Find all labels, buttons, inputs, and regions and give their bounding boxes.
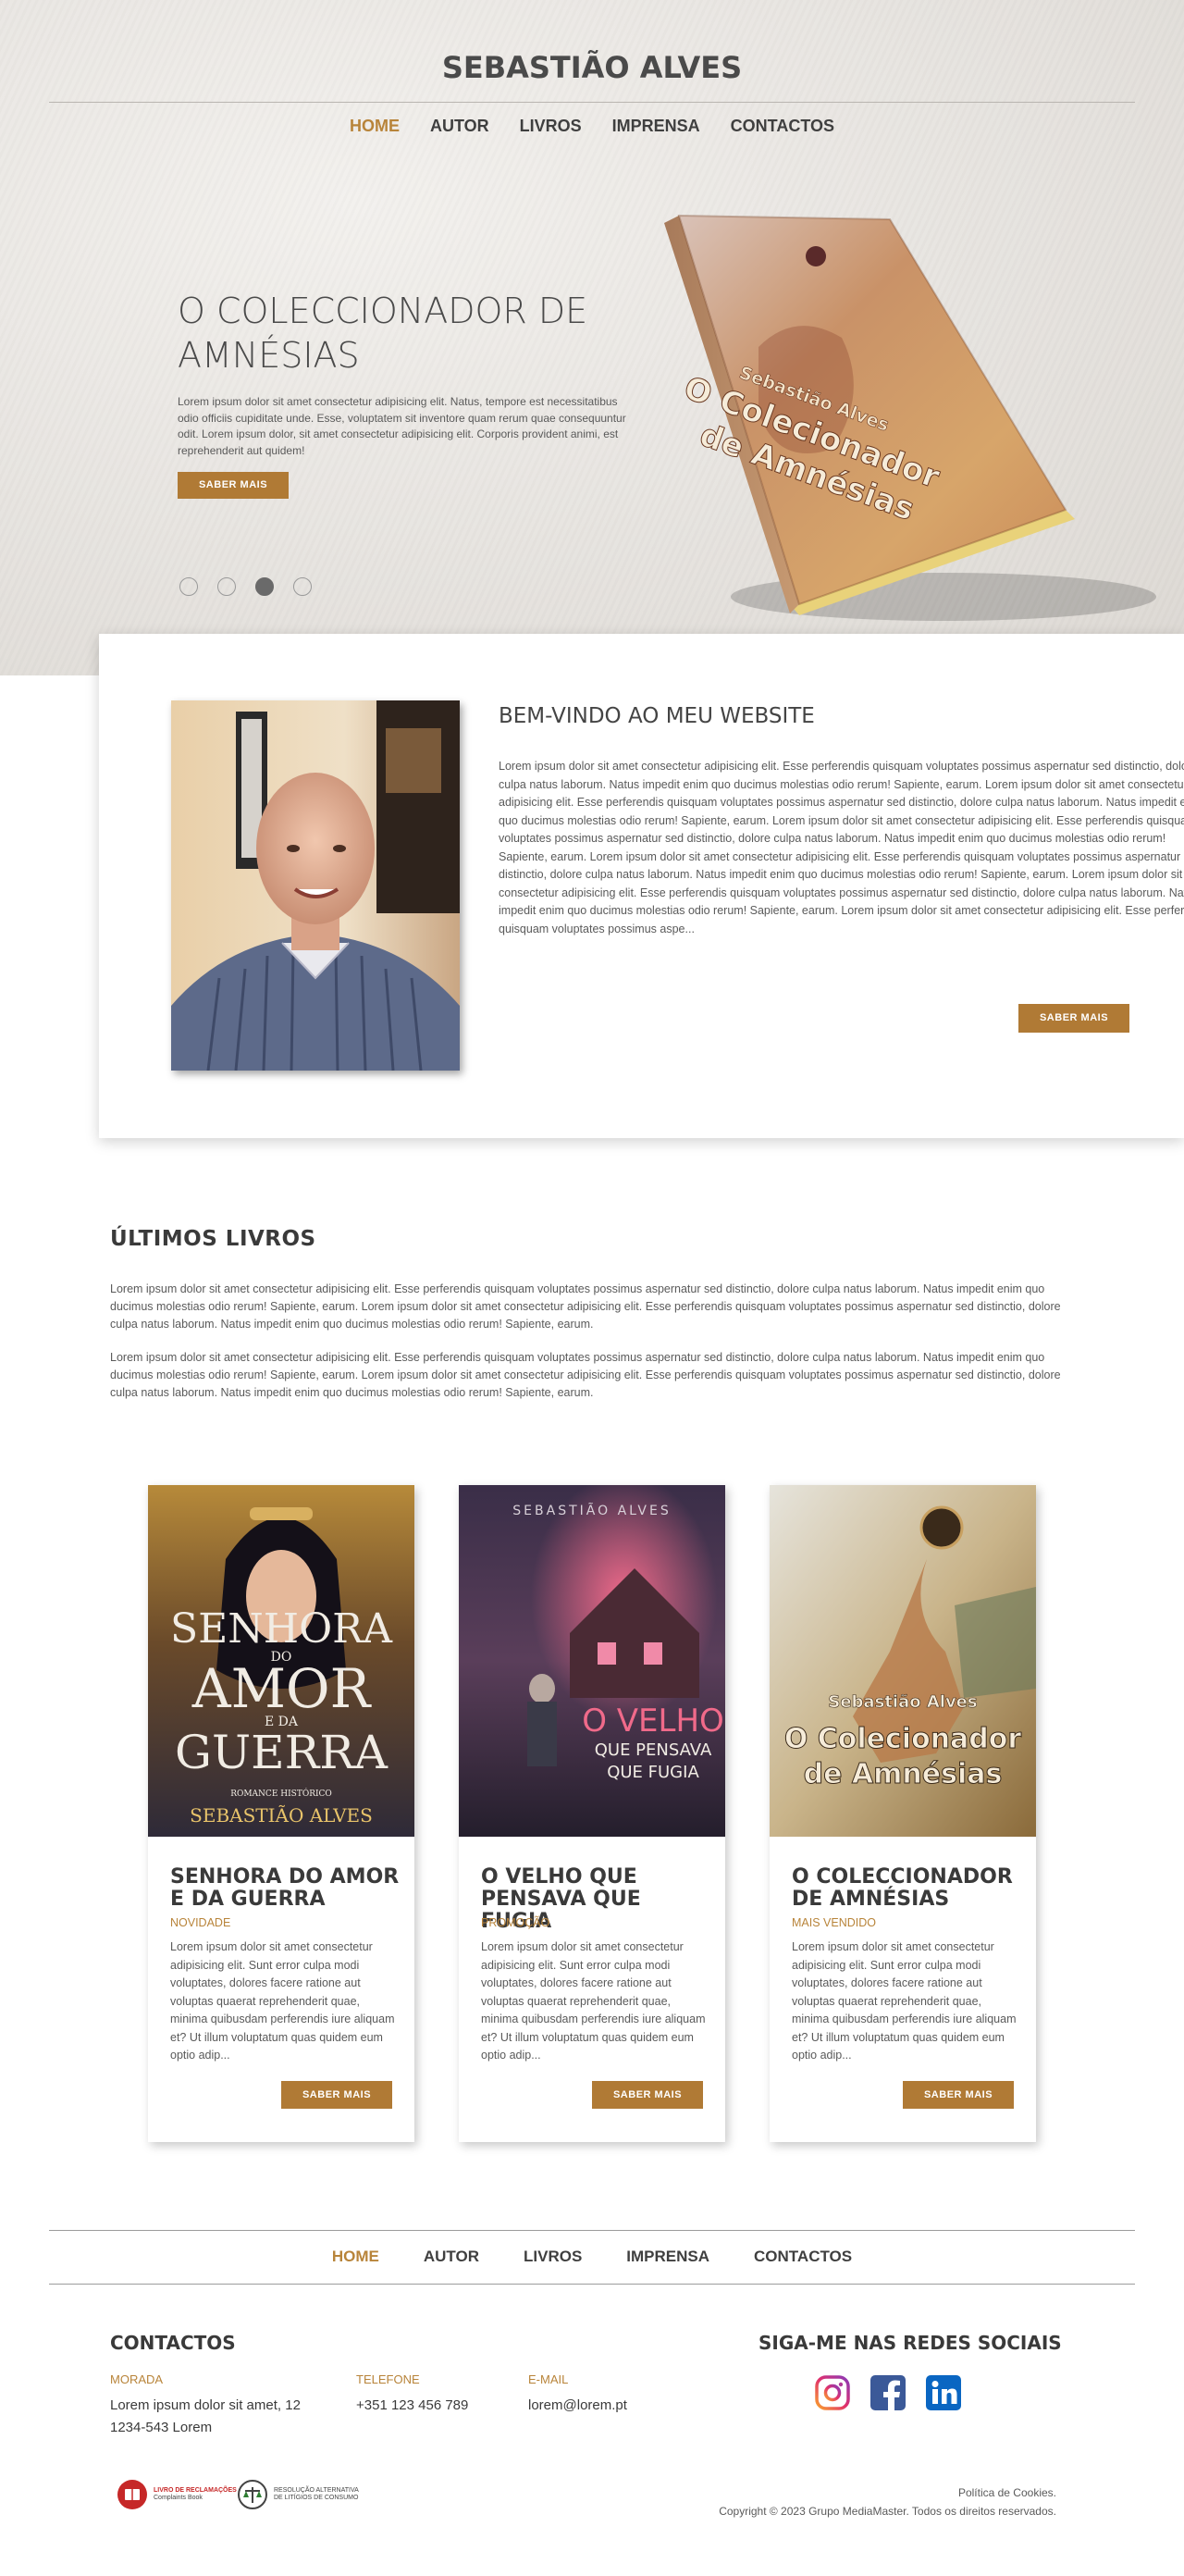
author-photo	[171, 700, 460, 1071]
footer-divider-top	[49, 2230, 1135, 2231]
social-title: SIGA-ME NAS REDES SOCIAIS	[758, 2332, 1062, 2354]
nav-item-home[interactable]: HOME	[350, 117, 400, 136]
book-cover-image[interactable]: Sebastião Alves O Colecionador de Amnési…	[770, 1485, 1036, 1837]
book-title[interactable]: O COLECCIONADOR DE AMNÉSIAS	[792, 1866, 1023, 1911]
morada-value: Lorem ipsum dolor sit amet, 12 1234-543 …	[110, 2397, 301, 2435]
book-saber-mais-button[interactable]: SABER MAIS	[592, 2081, 703, 2109]
welcome-card: BEM-VINDO AO MEU WEBSITE Lorem ipsum dol…	[99, 634, 1184, 1138]
site-title[interactable]: SEBASTIÃO ALVES	[0, 50, 1184, 85]
book2-cover-line1: O VELHO	[582, 1703, 724, 1740]
slider-dot-1[interactable]	[179, 577, 198, 596]
footer-nav-item-autor[interactable]: AUTOR	[424, 2248, 479, 2266]
book1-cover-genre: ROMANCE HISTÓRICO	[230, 1788, 332, 1799]
slider-dot-4[interactable]	[293, 577, 312, 596]
contacts-title: CONTACTOS	[110, 2332, 236, 2354]
book-tag: NOVIDADE	[170, 1916, 231, 1929]
slider-dot-3[interactable]	[255, 577, 274, 596]
header-divider	[49, 102, 1135, 103]
nav-item-livros[interactable]: LIVROS	[520, 117, 582, 136]
book-tag: PROMOÇÃO	[481, 1916, 550, 1929]
livro-reclamacoes-badge[interactable]: LIVRO DE RECLAMAÇÕES Complaints Book	[117, 2480, 237, 2509]
latest-books-paragraph-2: Lorem ipsum dolor sit amet consectetur a…	[110, 1351, 1061, 1399]
footer-divider-bottom	[49, 2284, 1135, 2285]
instagram-icon[interactable]	[814, 2374, 851, 2411]
hero-saber-mais-button[interactable]: SABER MAIS	[178, 472, 289, 499]
slider-dot-2[interactable]	[217, 577, 236, 596]
book1-cover-line5: GUERRA	[175, 1726, 388, 1779]
livro-reclamacoes-icon	[117, 2480, 147, 2509]
nav-item-imprensa[interactable]: IMPRENSA	[612, 117, 700, 136]
hero-heading: O COLECCIONADOR DE AMNÉSIAS	[178, 291, 588, 376]
welcome-text: Lorem ipsum dolor sit amet consectetur a…	[499, 760, 1184, 935]
nav-item-contactos[interactable]: CONTACTOS	[731, 117, 834, 136]
latest-books-title: ÚLTIMOS LIVROS	[110, 1227, 316, 1251]
copyright-text: Copyright © 2023 Grupo MediaMaster. Todo…	[719, 2505, 1056, 2518]
book-card: Sebastião Alves O Colecionador de Amnési…	[770, 1485, 1036, 2142]
footer-nav-item-imprensa[interactable]: IMPRENSA	[626, 2248, 709, 2266]
book-tag: MAIS VENDIDO	[792, 1916, 876, 1929]
telefone-label: TELEFONE	[356, 2372, 420, 2386]
hero-book-image: Sebastião Alves O Colecionador de Amnési…	[664, 214, 1156, 621]
book-description: Lorem ipsum dolor sit amet consectetur a…	[170, 1940, 395, 2062]
book-card: SEBASTIÃO ALVES O VELHO QUE PENSAVA QUE …	[459, 1485, 725, 2142]
book-cover-image[interactable]: SEBASTIÃO ALVES O VELHO QUE PENSAVA QUE …	[459, 1485, 725, 1837]
book1-cover-line1: SENHORA	[170, 1605, 393, 1653]
linkedin-icon[interactable]	[925, 2374, 962, 2411]
welcome-title: BEM-VINDO AO MEU WEBSITE	[499, 704, 815, 728]
book3-cover-line2: de Amnésias	[804, 1758, 1003, 1790]
book-saber-mais-button[interactable]: SABER MAIS	[281, 2081, 392, 2109]
footer-nav: HOME AUTOR LIVROS IMPRENSA CONTACTOS	[0, 2248, 1184, 2266]
email-label: E-MAIL	[528, 2372, 569, 2386]
book2-cover-line2: QUE PENSAVA	[595, 1740, 712, 1760]
book-cover-image[interactable]: SENHORA DO AMOR E DA GUERRA ROMANCE HIST…	[148, 1485, 414, 1837]
hero-description: Lorem ipsum dolor sit amet consectetur a…	[178, 395, 626, 457]
resolucao-line1: RESOLUÇÃO ALTERNATIVA	[274, 2487, 359, 2494]
footer-nav-item-home[interactable]: HOME	[332, 2248, 379, 2266]
latest-books-paragraph-1: Lorem ipsum dolor sit amet consectetur a…	[110, 1282, 1061, 1331]
morada-label: MORADA	[110, 2372, 164, 2386]
nav-item-autor[interactable]: AUTOR	[430, 117, 489, 136]
livro-reclamacoes-brand: LIVRO DE RECLAMAÇÕES	[154, 2487, 237, 2494]
facebook-icon[interactable]	[870, 2374, 906, 2411]
welcome-saber-mais-button[interactable]: SABER MAIS	[1018, 1004, 1129, 1033]
book2-cover-author: SEBASTIÃO ALVES	[512, 1503, 671, 1518]
book2-cover-line3: QUE FUGIA	[607, 1763, 699, 1782]
book-description: Lorem ipsum dolor sit amet consectetur a…	[481, 1940, 706, 2062]
book1-cover-author: SEBASTIÃO ALVES	[190, 1804, 373, 1827]
book-saber-mais-button[interactable]: SABER MAIS	[903, 2081, 1014, 2109]
book-description: Lorem ipsum dolor sit amet consectetur a…	[792, 1940, 1017, 2062]
book-title[interactable]: SENHORA DO AMOR E DA GUERRA	[170, 1866, 401, 1911]
email-value[interactable]: lorem@lorem.pt	[528, 2395, 627, 2417]
book-card: SENHORA DO AMOR E DA GUERRA ROMANCE HIST…	[148, 1485, 414, 2142]
scales-icon	[238, 2480, 267, 2509]
main-nav: HOME AUTOR LIVROS IMPRENSA CONTACTOS	[0, 117, 1184, 136]
slider-dots	[179, 577, 312, 596]
book3-cover-line1: O Colecionador	[784, 1723, 1022, 1755]
book1-cover-line3: AMOR	[191, 1657, 373, 1720]
footer-nav-item-contactos[interactable]: CONTACTOS	[754, 2248, 852, 2266]
cookies-link[interactable]: Política de Cookies.	[958, 2486, 1056, 2499]
telefone-value[interactable]: +351 123 456 789	[356, 2395, 468, 2417]
resolucao-line2: DE LITÍGIOS DE CONSUMO	[274, 2495, 359, 2501]
resolucao-litigios-badge[interactable]: RESOLUÇÃO ALTERNATIVA DE LITÍGIOS DE CON…	[237, 2480, 359, 2509]
book3-cover-author: Sebastião Alves	[828, 1692, 977, 1712]
footer-nav-item-livros[interactable]: LIVROS	[524, 2248, 582, 2266]
legal-info: Política de Cookies. Copyright © 2023 Gr…	[648, 2483, 1056, 2520]
livro-reclamacoes-sub: Complaints Book	[154, 2495, 203, 2501]
hero-section: SEBASTIÃO ALVES HOME AUTOR LIVROS IMPREN…	[0, 0, 1184, 675]
